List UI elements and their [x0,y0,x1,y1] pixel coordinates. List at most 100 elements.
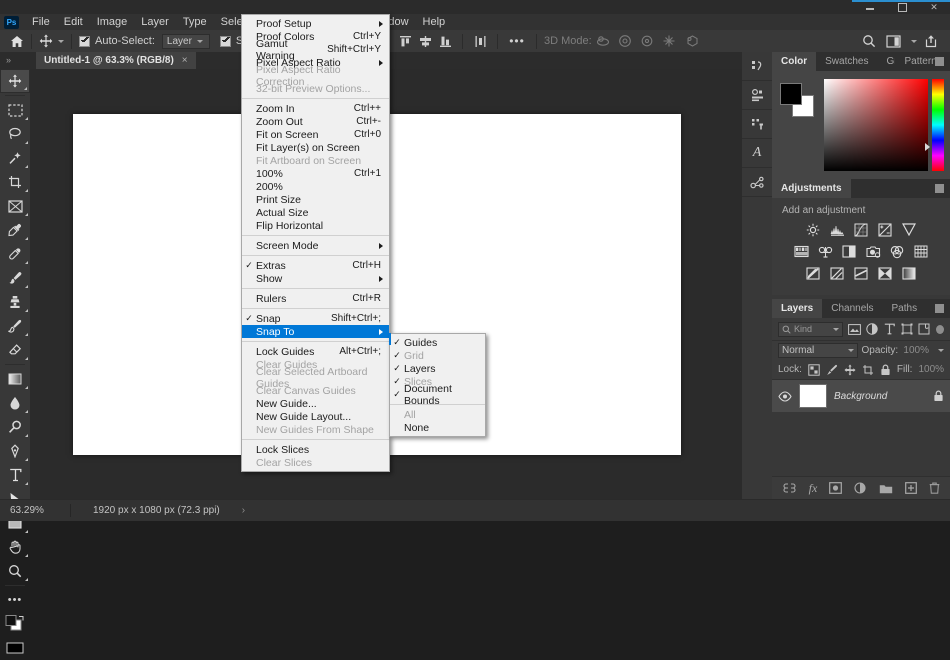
document-tab-close-icon[interactable]: × [182,55,188,66]
curves-icon[interactable] [853,222,870,237]
tab-channels[interactable]: Channels [822,299,882,318]
menu-item-lock-slices[interactable]: Lock Slices [242,443,389,456]
opacity-chevron-down-icon[interactable] [938,349,944,352]
menu-item-extras[interactable]: ✓ Extras Ctrl+H [242,259,389,272]
tab-layers[interactable]: Layers [772,299,823,318]
opacity-value[interactable]: 100% [902,345,929,356]
smart-object-filter-icon[interactable] [918,322,930,336]
zoom-level-field[interactable]: 63.29% [0,505,70,516]
layer-mask-icon[interactable] [829,482,843,494]
shape-filter-icon[interactable] [900,322,912,336]
menu-item-fit-layers-on-screen[interactable]: Fit Layer(s) on Screen [242,141,389,154]
home-icon[interactable] [10,35,24,48]
menu-item-print-size[interactable]: Print Size [242,193,389,206]
lock-image-pixels-icon[interactable] [826,363,838,377]
show-transform-controls-checkbox[interactable] [219,35,231,47]
layer-name[interactable]: Background [834,391,926,402]
vibrance-icon[interactable] [901,222,918,237]
history-brush-tool[interactable] [0,314,30,338]
menu-item-snap[interactable]: ✓ Snap Shift+Ctrl+; [242,312,389,325]
eyedropper-tool[interactable] [0,218,30,242]
new-group-icon[interactable] [879,483,893,494]
color-fg-bg-swatches[interactable] [780,83,814,117]
auto-select-checkbox[interactable] [79,35,90,47]
hand-tool[interactable] [0,535,30,559]
submenu-item-layers[interactable]: ✓ Layers [390,362,485,375]
paths-panel-icon[interactable] [742,168,772,197]
color-ramp[interactable] [824,79,928,171]
collapse-panels-icon[interactable]: » [6,55,11,65]
frame-tool[interactable] [0,194,30,218]
tab-swatches[interactable]: Swatches [816,52,877,71]
foreground-background-color-swatch[interactable] [0,612,30,636]
view-menu-dropdown[interactable]: Proof Setup Proof Colors Ctrl+Y Gamut Wa… [241,14,390,472]
blend-mode-select[interactable]: Normal [778,343,858,358]
menu-item-proof-setup[interactable]: Proof Setup [242,17,389,30]
3d-slide-icon[interactable] [658,34,680,48]
menu-edit[interactable]: Edit [57,14,90,30]
type-filter-icon[interactable] [883,322,895,336]
libraries-panel-icon[interactable] [742,110,772,139]
tab-paths[interactable]: Paths [883,299,927,318]
gradient-tool[interactable] [0,367,30,391]
lock-transparent-pixels-icon[interactable] [808,363,820,377]
lock-artboard-nesting-icon[interactable] [862,363,874,377]
snap-to-submenu[interactable]: ✓ Guides ✓ Grid ✓ Layers ✓ Slices ✓ Docu… [389,333,486,437]
adjustment-layer-icon[interactable] [854,482,867,494]
submenu-item-guides[interactable]: ✓ Guides [390,336,485,349]
layer-filter-kind-select[interactable]: Kind [778,321,843,337]
layer-style-icon[interactable]: fx [809,481,818,496]
invert-icon[interactable] [805,266,822,281]
layer-thumbnail[interactable] [799,384,827,408]
tab-color[interactable]: Color [772,52,817,71]
menu-item-lock-guides[interactable]: Lock Guides Alt+Ctrl+; [242,345,389,358]
3d-orbit-icon[interactable] [592,34,614,48]
selective-color-icon[interactable] [877,266,894,281]
menu-item-show[interactable]: Show [242,272,389,285]
threshold-icon[interactable] [853,266,870,281]
menu-item-zoom-in[interactable]: Zoom In Ctrl++ [242,102,389,115]
menu-layer[interactable]: Layer [134,14,176,30]
maximize-button[interactable] [886,0,918,14]
adjustment-filter-icon[interactable] [866,322,878,336]
workspace-chevron-down-icon[interactable] [911,39,917,43]
menu-item-flip-horizontal[interactable]: Flip Horizontal [242,219,389,232]
histogram-panel-icon[interactable] [742,52,772,81]
close-button[interactable]: ✕ [918,0,950,14]
tab-gradients[interactable]: Gradients [877,52,895,71]
photo-filter-icon[interactable] [865,244,882,259]
adjustments-panel-menu-icon[interactable] [935,184,944,193]
lock-icon[interactable] [933,390,944,402]
share-icon[interactable] [920,34,942,48]
foreground-color-swatch[interactable] [780,83,802,105]
menu-item-200-percent[interactable]: 200% [242,180,389,193]
submenu-item-document-bounds[interactable]: ✓ Document Bounds [390,383,485,407]
pen-tool[interactable] [0,439,30,463]
workspace-icon[interactable] [883,34,903,48]
tool-preset-chevron-down-icon[interactable] [58,39,64,43]
move-tool-icon[interactable] [39,34,53,48]
align-horizontal-centers-icon[interactable] [415,35,435,48]
3d-pan-icon[interactable] [636,34,658,48]
menu-item-zoom-out[interactable]: Zoom Out Ctrl+- [242,115,389,128]
submenu-item-none[interactable]: None [390,421,485,434]
properties-panel-icon[interactable] [742,81,772,110]
dodge-tool[interactable] [0,415,30,439]
posterize-icon[interactable] [829,266,846,281]
eraser-tool[interactable] [0,338,30,362]
menu-item-fit-on-screen[interactable]: Fit on Screen Ctrl+0 [242,128,389,141]
brush-tool[interactable] [0,266,30,290]
color-panel-menu-icon[interactable] [935,57,944,66]
filter-enable-toggle[interactable] [936,324,945,334]
more-options-icon[interactable]: ••• [505,34,529,48]
lock-position-icon[interactable] [844,363,856,377]
layers-panel-menu-icon[interactable] [935,304,944,313]
menu-item-actual-size[interactable]: Actual Size [242,206,389,219]
layer-row-background[interactable]: Background [772,380,950,412]
move-tool[interactable] [0,69,30,93]
menu-file[interactable]: File [25,14,57,30]
type-tool[interactable] [0,463,30,487]
menu-image[interactable]: Image [90,14,135,30]
fill-value[interactable]: 100% [918,364,944,375]
default-colors-icon[interactable] [0,636,30,660]
